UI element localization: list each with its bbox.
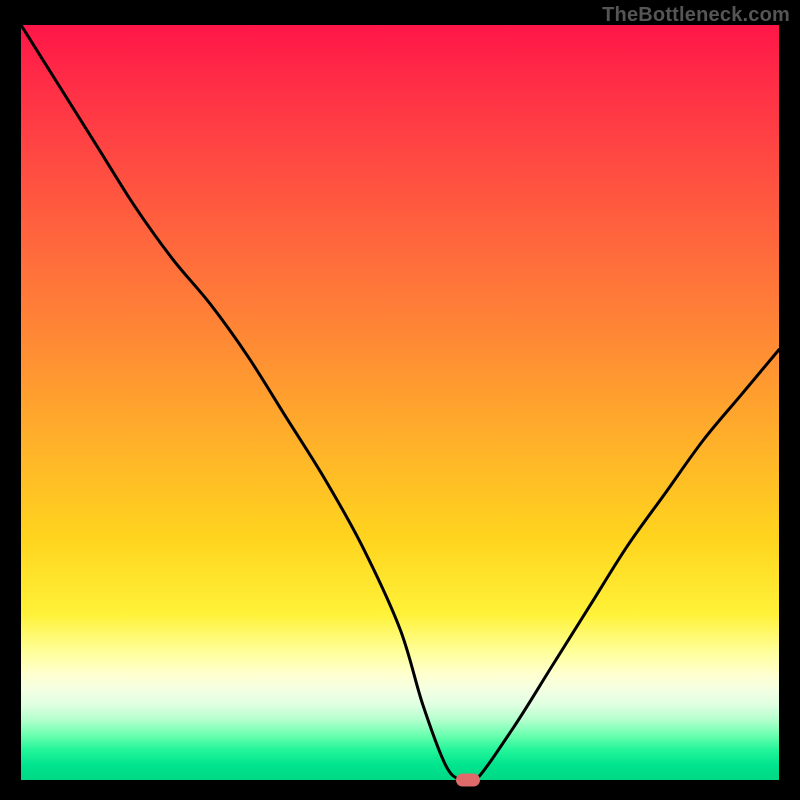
watermark-text: TheBottleneck.com xyxy=(602,4,790,27)
plot-area xyxy=(21,25,779,780)
optimum-marker xyxy=(456,774,480,787)
chart-stage: TheBottleneck.com xyxy=(0,0,800,800)
background-gradient xyxy=(21,25,779,780)
